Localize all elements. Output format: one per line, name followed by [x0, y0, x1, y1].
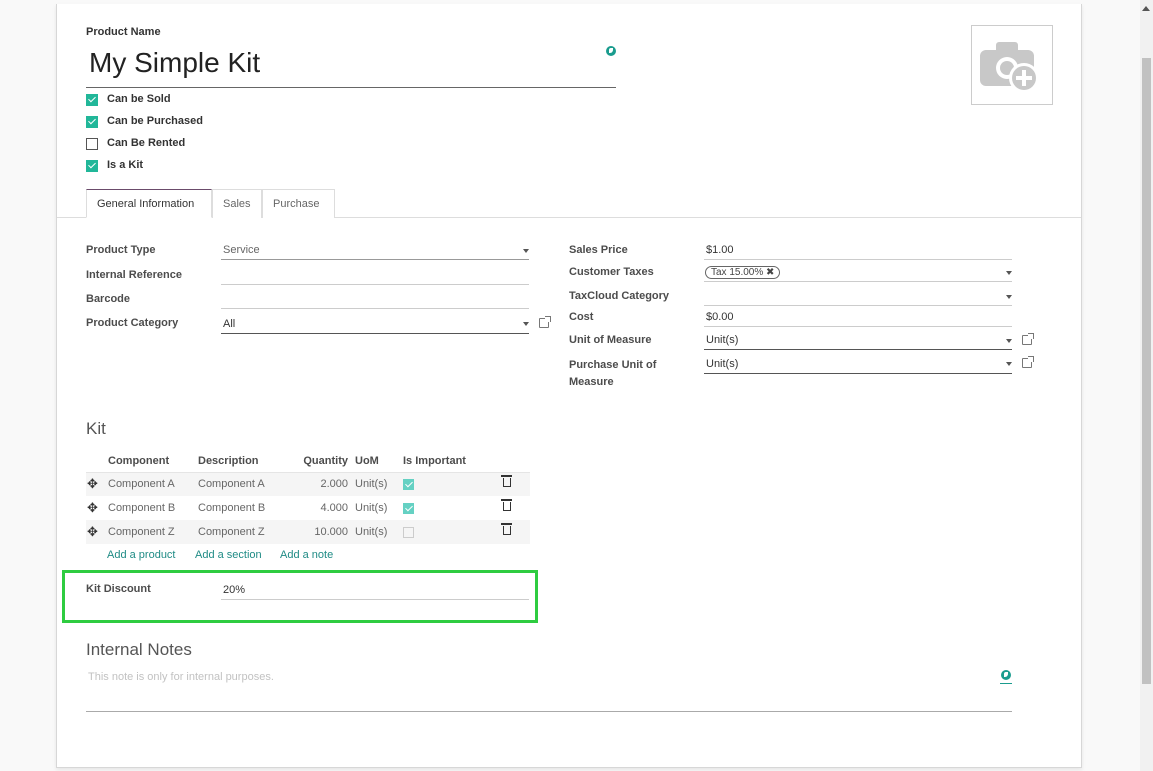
purchase-uom-label-line2: Measure [569, 376, 614, 388]
table-row[interactable]: ✥ Component A Component A 2.000 Unit(s) [86, 472, 530, 496]
globe-underline [1000, 683, 1012, 684]
sales-price-input[interactable]: $1.00 [704, 242, 1012, 260]
cost-input[interactable]: $0.00 [704, 309, 1012, 327]
barcode-input[interactable] [221, 291, 529, 309]
kit-components-table: Component Description Quantity UoM Is Im… [86, 450, 530, 544]
column-header-quantity[interactable]: Quantity [292, 450, 354, 473]
internal-notes-input[interactable]: This note is only for internal purposes. [88, 671, 274, 683]
purchase-uom-label: Purchase Unit of Measure [569, 357, 656, 391]
remove-tag-icon[interactable]: ✖ [766, 267, 774, 278]
sales-price-label: Sales Price [569, 244, 628, 256]
table-row[interactable]: ✥ Component B Component B 4.000 Unit(s) [86, 496, 530, 520]
tax-tag-label: Tax 15.00% [711, 267, 764, 278]
chevron-down-icon[interactable] [1006, 362, 1012, 366]
quantity-cell[interactable]: 4.000 [292, 496, 354, 520]
product-category-label: Product Category [86, 317, 179, 329]
table-row[interactable]: ✥ Component Z Component Z 10.000 Unit(s) [86, 520, 530, 544]
trash-icon[interactable] [501, 523, 512, 535]
component-cell[interactable]: Component B [107, 496, 197, 520]
product-category-select[interactable]: All [221, 316, 529, 334]
internal-reference-label: Internal Reference [86, 269, 182, 281]
external-link-icon[interactable] [1022, 356, 1034, 368]
scrollbar[interactable] [1140, 0, 1153, 771]
trash-icon[interactable] [501, 499, 512, 511]
kit-section-title: Kit [86, 419, 106, 438]
drag-handle-icon[interactable]: ✥ [87, 524, 98, 539]
description-cell[interactable]: Component B [197, 496, 292, 520]
internal-notes-title: Internal Notes [86, 640, 192, 659]
drag-handle-icon[interactable]: ✥ [87, 500, 98, 515]
option-label: Can Be Rented [107, 137, 186, 149]
uom-cell[interactable]: Unit(s) [354, 520, 402, 544]
uom-cell[interactable]: Unit(s) [354, 496, 402, 520]
important-checkbox[interactable] [403, 478, 414, 490]
taxcloud-category-label: TaxCloud Category [569, 290, 670, 302]
external-link-icon[interactable] [1022, 333, 1034, 345]
scroll-up-icon[interactable] [1142, 6, 1150, 11]
cost-value: 0.00 [712, 311, 734, 323]
chevron-down-icon[interactable] [1006, 295, 1012, 299]
chevron-down-icon[interactable] [523, 322, 529, 326]
trash-icon[interactable] [501, 475, 512, 488]
checkbox-checked[interactable] [86, 94, 98, 106]
important-checkbox[interactable] [403, 502, 414, 514]
tab-purchase[interactable]: Purchase [262, 189, 335, 218]
delete-column-header [502, 450, 530, 473]
cost-label: Cost [569, 311, 594, 323]
important-checkbox[interactable] [403, 526, 414, 538]
purchase-uom-label-line1: Purchase Unit of [569, 359, 657, 371]
taxcloud-category-select[interactable] [704, 288, 1012, 306]
add-note-link[interactable]: Add a note [280, 549, 333, 561]
drag-handle-icon[interactable]: ✥ [87, 476, 98, 491]
kit-discount-input[interactable]: 20% [221, 582, 529, 600]
quantity-cell[interactable]: 2.000 [292, 472, 354, 496]
uom-cell[interactable]: Unit(s) [354, 472, 402, 496]
column-header-description[interactable]: Description [197, 450, 292, 473]
drag-column-header [86, 450, 107, 473]
description-cell[interactable]: Component Z [197, 520, 292, 544]
checkbox-unchecked[interactable] [86, 138, 98, 150]
translate-globe-icon[interactable] [606, 46, 616, 56]
product-image-upload[interactable] [971, 25, 1053, 105]
product-name-field[interactable]: My Simple Kit [86, 44, 616, 88]
product-type-label: Product Type [86, 244, 156, 256]
external-link-icon[interactable] [539, 316, 551, 328]
sales-price-value: 1.00 [712, 244, 734, 256]
add-section-link[interactable]: Add a section [195, 549, 262, 561]
tab-sales[interactable]: Sales [212, 189, 262, 218]
kit-discount-label: Kit Discount [86, 583, 151, 595]
checkbox-checked[interactable] [86, 116, 98, 128]
customer-taxes-label: Customer Taxes [569, 266, 654, 278]
product-form-sheet: Product Name My Simple Kit Can be Sold C… [56, 4, 1082, 768]
quantity-cell[interactable]: 10.000 [292, 520, 354, 544]
column-header-uom[interactable]: UoM [354, 450, 402, 473]
column-header-component[interactable]: Component [107, 450, 197, 473]
purchase-uom-select[interactable]: Unit(s) [704, 356, 1012, 374]
camera-add-icon [980, 42, 1039, 93]
chevron-down-icon[interactable] [1006, 339, 1012, 343]
description-cell[interactable]: Component A [197, 472, 292, 496]
translate-globe-icon[interactable] [1001, 670, 1011, 680]
add-product-link[interactable]: Add a product [107, 549, 176, 561]
option-label: Can be Purchased [107, 115, 203, 127]
tab-general-information[interactable]: General Information [86, 189, 212, 218]
component-cell[interactable]: Component A [107, 472, 197, 496]
option-label: Can be Sold [107, 93, 171, 105]
checkbox-checked[interactable] [86, 160, 98, 172]
unit-of-measure-label: Unit of Measure [569, 334, 652, 346]
internal-notes-underline [86, 711, 1012, 712]
tax-tag[interactable]: Tax 15.00% ✖ [705, 266, 781, 279]
unit-of-measure-select[interactable]: Unit(s) [704, 332, 1012, 350]
chevron-down-icon[interactable] [1006, 271, 1012, 275]
scroll-thumb[interactable] [1142, 58, 1151, 684]
chevron-down-icon[interactable] [523, 249, 529, 253]
component-cell[interactable]: Component Z [107, 520, 197, 544]
option-label: Is a Kit [107, 159, 144, 171]
product-name-label: Product Name [86, 26, 161, 38]
product-type-select[interactable]: Service [221, 242, 529, 260]
barcode-label: Barcode [86, 293, 131, 305]
internal-reference-input[interactable] [221, 267, 529, 285]
column-header-is-important[interactable]: Is Important [402, 450, 502, 473]
